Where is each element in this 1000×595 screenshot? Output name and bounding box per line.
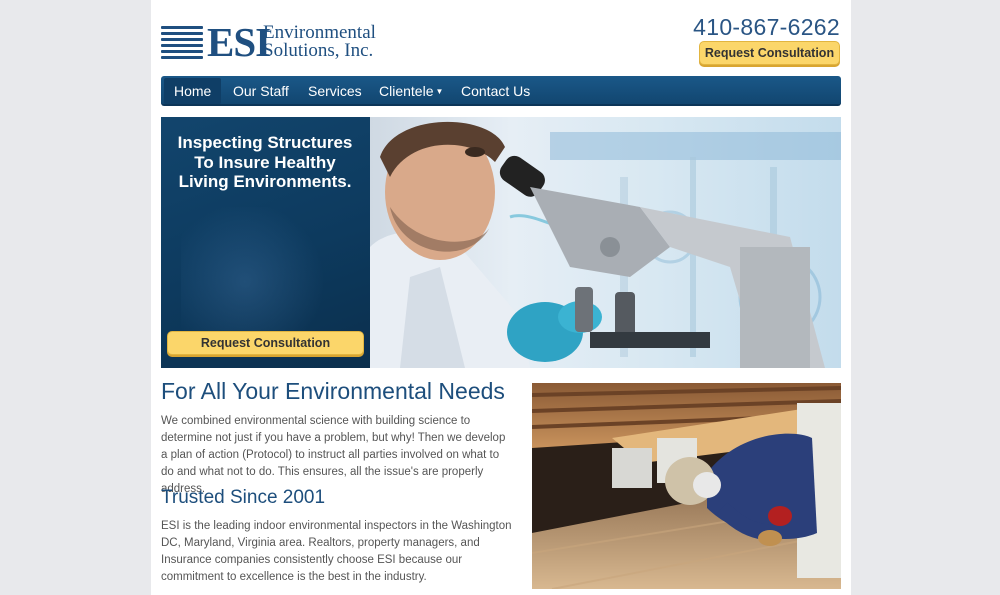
nav-item-home[interactable]: Home — [164, 78, 222, 104]
hero-headline-line-1: Inspecting Structures — [177, 133, 353, 152]
section-heading-trusted: Trusted Since 2001 — [161, 487, 326, 508]
nav-item-services[interactable]: Services — [298, 78, 372, 104]
hero-banner: Inspecting Structures To Insure Healthy … — [161, 117, 841, 368]
page-container: ESI Environmental Solutions, Inc. 410-86… — [151, 0, 851, 595]
crawlspace-inspector-image — [532, 383, 841, 589]
nav-label-home: Home — [174, 83, 212, 99]
nav-item-clientele[interactable]: Clientele ▼ — [369, 78, 453, 104]
nav-item-contact-us[interactable]: Contact Us — [451, 78, 540, 104]
hero-headline-line-2: To Insure Healthy — [194, 152, 336, 172]
nav-item-our-staff[interactable]: Our Staff — [223, 78, 299, 104]
logo-stripes-icon — [161, 26, 203, 60]
hero-headline-line-3: Living Environments. — [178, 172, 352, 191]
crawlspace-photo-illustration — [532, 383, 841, 589]
chevron-down-icon: ▼ — [435, 87, 444, 97]
header-request-consultation-button[interactable]: Request Consultation — [699, 41, 840, 65]
trusted-paragraph: ESI is the leading indoor environmental … — [161, 520, 512, 583]
logo-line-2: Solutions, Inc. — [263, 40, 374, 61]
intro-paragraph: We combined environmental science with b… — [161, 415, 506, 495]
section-heading-needs: For All Your Environmental Needs — [161, 378, 505, 404]
site-logo[interactable]: ESI Environmental Solutions, Inc. — [161, 19, 381, 65]
logo-company-name: Environmental Solutions, Inc. — [263, 23, 376, 61]
hero-photo-illustration — [370, 121, 841, 368]
nav-label-contact-us: Contact Us — [461, 83, 531, 99]
hero-headline: Inspecting Structures To Insure Healthy … — [167, 133, 363, 192]
nav-label-our-staff: Our Staff — [233, 83, 289, 99]
hero-scientist-microscope-image — [370, 117, 841, 368]
hero-text-panel: Inspecting Structures To Insure Healthy … — [161, 117, 370, 368]
nav-label-services: Services — [308, 83, 362, 99]
main-nav: Home Our Staff Services Clientele ▼ Conta… — [161, 76, 841, 106]
nav-label-clientele: Clientele — [379, 83, 434, 99]
phone-number[interactable]: 410-867-6262 — [693, 14, 840, 41]
hero-request-consultation-button[interactable]: Request Consultation — [167, 331, 364, 355]
logo-mark: ESI — [207, 19, 271, 65]
